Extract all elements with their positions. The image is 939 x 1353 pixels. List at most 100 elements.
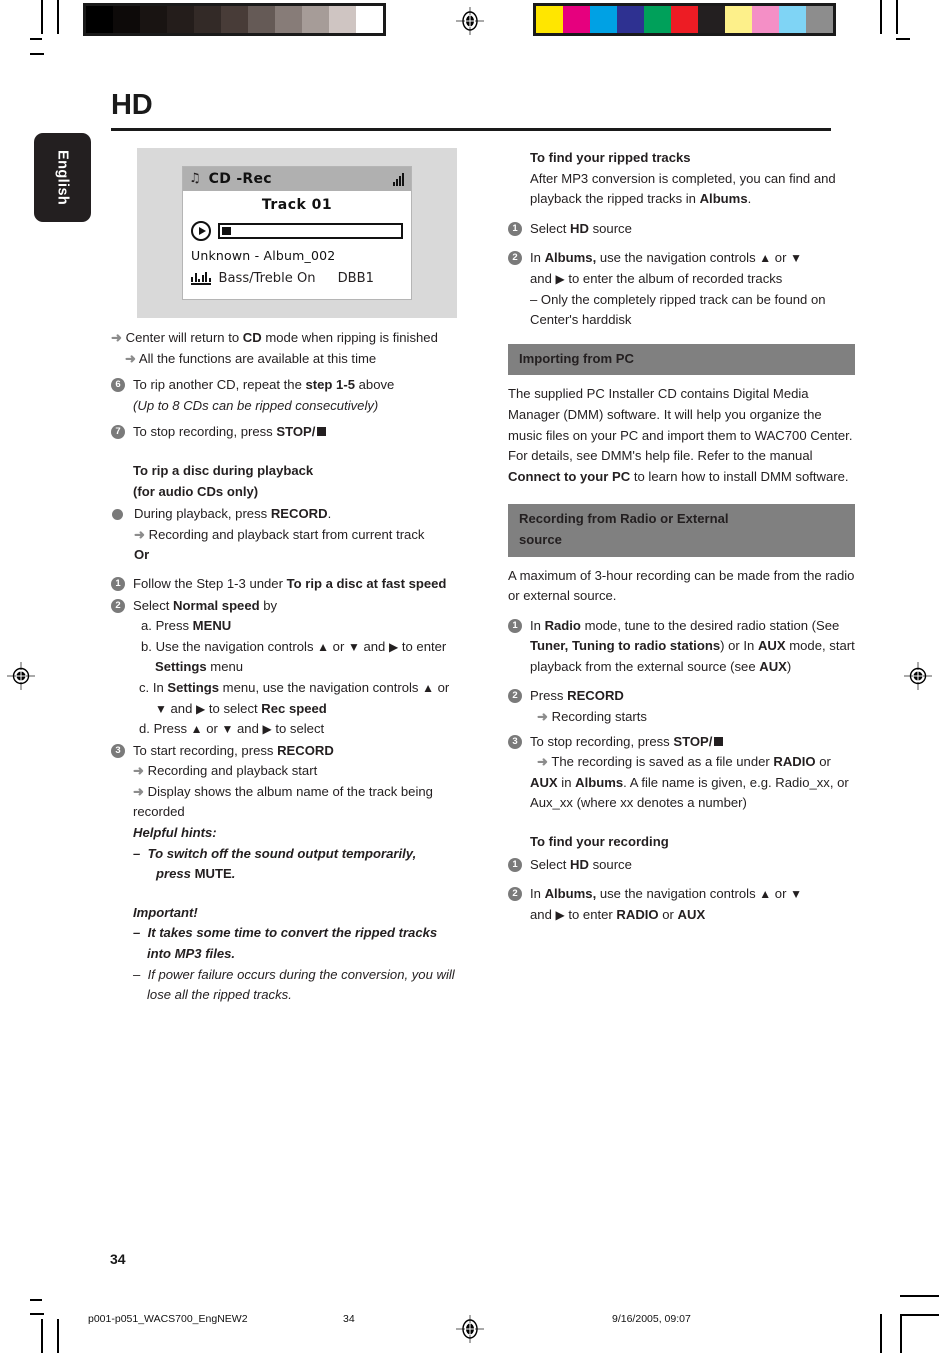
step-2d-label: d. — [139, 721, 150, 737]
step-2c-mid: or — [434, 679, 450, 695]
lcd-display: ♫ CD -Rec Track 01 Unknown - Album_002 B… — [182, 166, 412, 300]
rec-step-1-text-a: In — [530, 617, 545, 633]
step-2c-label: c. — [139, 679, 150, 695]
crop-mark-tr-v1 — [880, 0, 882, 34]
step-2b-text-c: menu — [206, 659, 244, 675]
right-column: To find your ripped tracks After MP3 con… — [508, 148, 855, 925]
section-heading-recording-line1: Recording from Radio or External — [519, 511, 729, 527]
find-step-2-bold-albums: Albums, — [544, 886, 597, 902]
note-text-a: Center will return to — [125, 330, 243, 345]
rec-step-1-text-c: ) or In — [720, 638, 758, 654]
find-step-2-bold-aux: AUX — [677, 906, 706, 922]
step-1-text-a: Follow the Step 1-3 under — [133, 575, 287, 591]
step-2-bold: Normal speed — [173, 597, 260, 613]
rec-step-1-bold-radio: Radio — [544, 617, 581, 633]
grayscale-swatch-2 — [140, 6, 167, 33]
right-step-1-body: Select HD source — [530, 219, 855, 240]
right-step-2-line2-b: to enter the album of recorded tracks — [564, 270, 783, 286]
grayscale-swatch-10 — [356, 6, 383, 33]
recording-step-3: 3 To stop recording, press STOP/ ➜ The r… — [508, 732, 855, 814]
footer-page: 34 — [343, 1313, 355, 1325]
rec-step-3-arrow-b: or — [815, 754, 831, 770]
crop-mark-br-h1 — [900, 1295, 939, 1297]
equalizer-icon — [191, 271, 211, 285]
helpful-hints-item-a: – To switch off the sound output tempora… — [133, 845, 417, 861]
grayscale-swatch-8 — [302, 6, 329, 33]
step-number-badge: 3 — [508, 734, 522, 749]
importing-body-a: The supplied PC Installer CD contains Di… — [508, 386, 853, 464]
step-2c-text-a: In — [152, 679, 168, 695]
find-step-2: 2 In Albums, use the navigation controls… — [508, 884, 855, 925]
step-6-italic-note: (Up to 8 CDs can be ripped consecutively… — [133, 397, 379, 413]
find-step-1-body: Select HD source — [530, 855, 855, 876]
right-step-2-line2-a: and — [530, 270, 556, 286]
rec-step-1-bold-tuner: Tuner, Tuning to radio stations — [530, 638, 721, 654]
rec-step-3-bold-albums: Albums — [575, 774, 624, 790]
recording-step-3-body: To stop recording, press STOP/ ➜ The rec… — [530, 732, 855, 814]
step-2c: c. In Settings menu, use the navigation … — [133, 678, 458, 719]
nav-down-icon: ▼ — [221, 722, 234, 737]
arrow-icon: ➜ — [125, 350, 136, 366]
rec-step-2-arrow-text: Recording starts — [551, 709, 647, 725]
find-step-2-text-a: In — [530, 886, 545, 902]
section-heading-recording-radio-external: Recording from Radio or External source — [508, 504, 855, 557]
find-ripped-intro-a: After MP3 conversion is completed, you c… — [530, 170, 836, 207]
heading-find-your-recording: To find your recording — [508, 832, 855, 853]
step-3-text-a: To start recording, press — [133, 742, 278, 758]
crop-mark-bl-v2 — [57, 1319, 59, 1353]
color-swatch-9 — [779, 6, 806, 33]
recording-step-2: 2 Press RECORD ➜ Recording starts — [508, 686, 855, 727]
crop-mark-tl-v1 — [41, 0, 43, 34]
step-number-badge: 2 — [508, 251, 522, 266]
helpful-hints-item-b-pre: press — [156, 866, 195, 882]
right-step-2-mid: or — [771, 250, 791, 266]
helpful-hints-item-a-text: To switch off the sound output temporari… — [147, 845, 417, 861]
color-swatch-1 — [563, 6, 590, 33]
find-ripped-intro: After MP3 conversion is completed, you c… — [508, 169, 855, 210]
step-1-body: Follow the Step 1-3 under To rip a disc … — [133, 574, 458, 595]
important-title-text: Important! — [133, 904, 198, 920]
heading-find-recording-text: To find your recording — [530, 834, 669, 850]
crop-mark-bl-v1 — [41, 1319, 43, 1353]
registration-mark-top — [456, 7, 484, 35]
nav-right-icon: ▶ — [196, 701, 206, 716]
nav-down-icon: ▼ — [790, 887, 802, 902]
rec-step-3-bold-radio: RADIO — [773, 754, 816, 770]
grayscale-swatch-4 — [194, 6, 221, 33]
page-title: HD — [111, 89, 153, 121]
step-2a-label: a. — [141, 618, 152, 634]
step-2b-text-a: Use the navigation controls — [155, 638, 318, 654]
step-2c-bold-recspeed: Rec speed — [261, 700, 327, 716]
step-6-text-a: To rip another CD, repeat the — [133, 377, 306, 393]
section-heading-importing-from-pc: Importing from PC — [508, 343, 855, 376]
step-6-text-b: above — [355, 377, 395, 393]
right-step-2-text-b: use the navigation controls — [596, 250, 760, 266]
rec-step-1-bold-aux2: AUX — [759, 658, 787, 674]
helpful-hints-item-b-bold: MUTE — [194, 866, 232, 882]
grayscale-swatch-6 — [248, 6, 275, 33]
step-2b: b. Use the navigation controls ▲ or ▼ an… — [133, 637, 458, 678]
heading-find-ripped-tracks: To find your ripped tracks — [508, 148, 855, 169]
step-2d-and: and — [233, 721, 263, 737]
step-3: 3 To start recording, press RECORD ➜ Rec… — [111, 741, 458, 823]
step-7: 7 To stop recording, press STOP/ — [111, 422, 458, 443]
bullet-body: During playback, press RECORD. ➜ Recordi… — [134, 504, 458, 566]
heading-find-ripped-text: To find your ripped tracks — [530, 150, 691, 165]
right-step-2: 2 In Albums, use the navigation controls… — [508, 248, 855, 330]
step-2: 2 Select Normal speed by a. Press MENU b… — [111, 596, 458, 740]
step-6-body: To rip another CD, repeat the step 1-5 a… — [133, 375, 458, 416]
find-step-2-body: In Albums, use the navigation controls ▲… — [530, 884, 855, 925]
lcd-status-bar: ♫ CD -Rec — [183, 167, 411, 191]
footer-filename: p001-p051_WACS700_EngNEW2 — [88, 1313, 248, 1325]
color-swatch-2 — [590, 6, 617, 33]
note-arrow-cd-mode: ➜ Center will return to CD mode when rip… — [111, 328, 458, 349]
page-canvas: English HD ♫ CD -Rec Track 01 Unknown - … — [0, 0, 939, 1353]
arrow-icon: ➜ — [134, 526, 145, 542]
lcd-screenshot-figure: ♫ CD -Rec Track 01 Unknown - Album_002 B… — [137, 148, 457, 318]
arrow-icon: ➜ — [111, 330, 122, 345]
find-step-2-line2-b: to enter — [564, 906, 617, 922]
registration-mark-bottom — [456, 1315, 484, 1343]
lcd-track-label: Track 01 — [261, 197, 333, 213]
lcd-mode-label: CD -Rec — [208, 170, 272, 187]
important-title: Important! — [133, 903, 458, 924]
